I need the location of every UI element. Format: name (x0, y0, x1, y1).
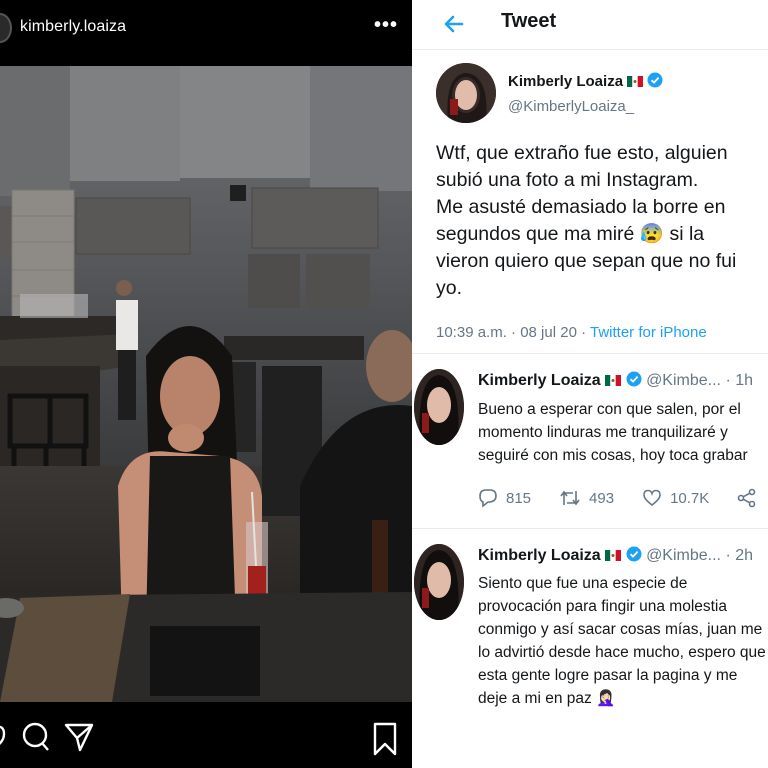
tweet-text: Wtf, que extraño fue esto, alguien subió… (436, 142, 737, 299)
reply-text: Siento que fue una especie de provocació… (478, 575, 766, 707)
tweet-author-avatar[interactable] (436, 63, 496, 123)
instagram-action-bar (0, 702, 412, 768)
reply-button[interactable]: 815 (478, 488, 531, 508)
like-button[interactable]: 10.7K (642, 488, 709, 508)
twitter-top-bar: Tweet (412, 0, 768, 50)
verified-icon (647, 72, 663, 92)
twitter-tweet-panel: Tweet Kimberly Loaiza @KimberlyLoaiza_ W… (412, 0, 768, 768)
page-title: Tweet (501, 10, 557, 32)
tweet-share-icon (737, 488, 756, 508)
retweet-icon (560, 490, 580, 506)
mexico-flag-icon (605, 548, 622, 561)
reply-action-bar: 815 493 10.7K (478, 488, 768, 508)
verified-icon (626, 546, 642, 567)
more-icon[interactable]: ••• (374, 14, 398, 37)
reply-text: Bueno a esperar con que salen, por el mo… (478, 401, 748, 464)
bookmark-icon[interactable] (372, 722, 398, 761)
restaurant-photo (0, 66, 412, 702)
instagram-post-photo[interactable] (0, 66, 412, 702)
like-heart-icon[interactable] (0, 722, 10, 755)
like-icon (643, 489, 661, 507)
tweet-author-handle[interactable]: @KimberlyLoaiza_ (508, 98, 634, 115)
tweet-timestamp: 10:39 a.m. · 08 jul 20 · Twitter for iPh… (436, 324, 707, 341)
instagram-post-header: kimberly.loaiza ••• (0, 0, 412, 66)
instagram-username[interactable]: kimberly.loaiza (20, 18, 126, 36)
reply-icon (479, 489, 497, 508)
divider (412, 528, 768, 529)
reply-header: Kimberly Loaiza @Kimbe... · 1h (478, 371, 753, 392)
retweet-button[interactable]: 493 (559, 488, 614, 508)
reply-author-avatar[interactable] (414, 544, 464, 620)
instagram-avatar[interactable] (0, 13, 12, 43)
back-arrow-icon[interactable] (442, 12, 466, 41)
reply-author-avatar[interactable] (414, 369, 464, 445)
instagram-post-panel: kimberly.loaiza ••• (0, 0, 412, 768)
divider (412, 353, 768, 354)
comment-icon[interactable] (22, 722, 50, 757)
reply-header: Kimberly Loaiza @Kimbe... · 2h (478, 546, 753, 567)
mexico-flag-icon (605, 373, 622, 386)
share-icon[interactable] (64, 722, 94, 757)
verified-icon (626, 371, 642, 392)
tweet-share-button[interactable] (737, 488, 765, 508)
tweet-author-name[interactable]: Kimberly Loaiza (508, 72, 663, 92)
tweet-source-link[interactable]: Twitter for iPhone (590, 324, 707, 341)
mexico-flag-icon (627, 74, 644, 87)
